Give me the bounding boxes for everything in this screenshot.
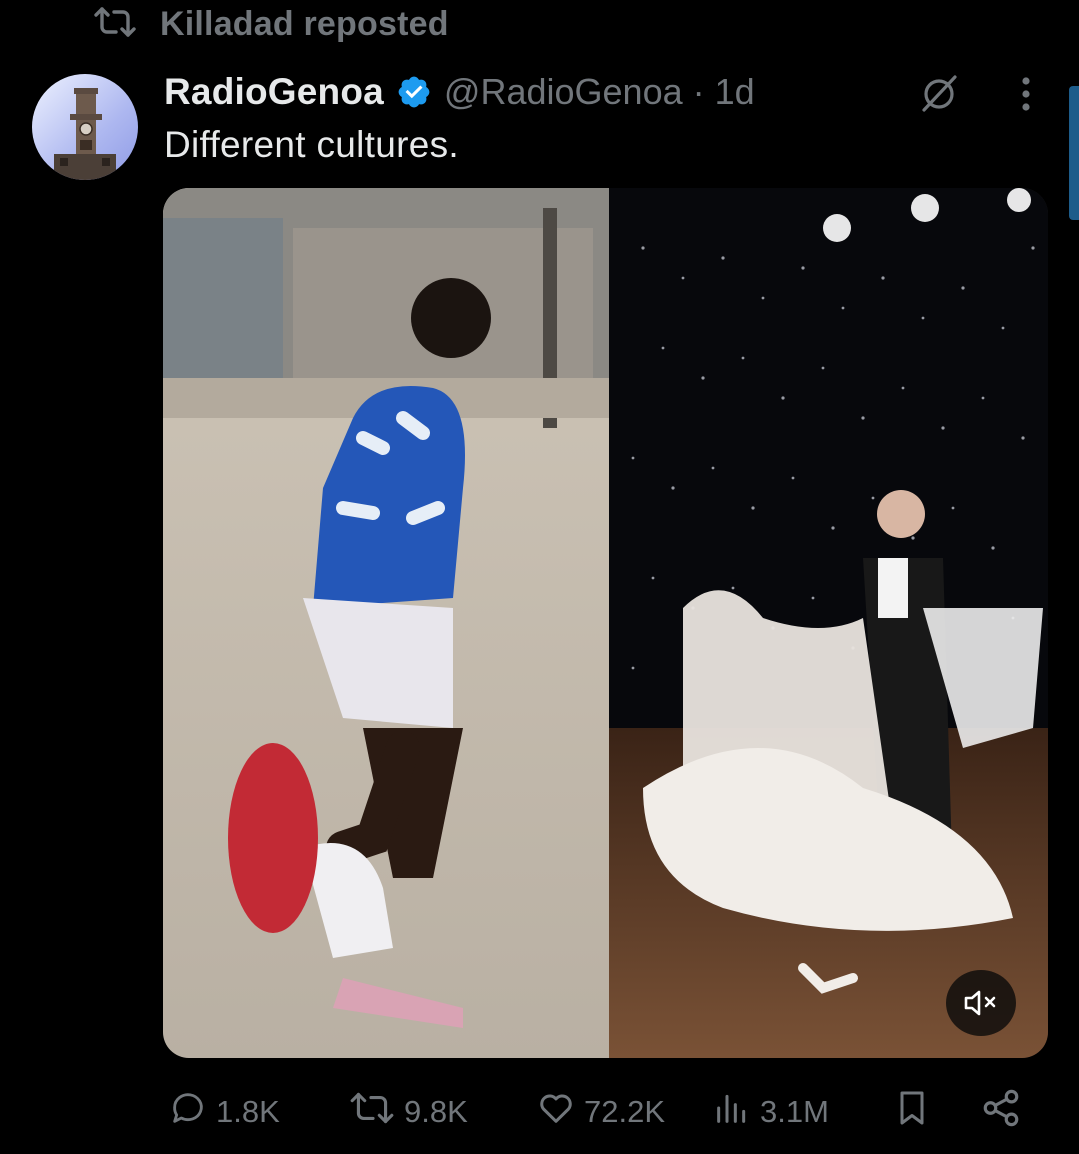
reply-count: 1.8K (216, 1094, 280, 1129)
views-count: 3.1M (760, 1094, 829, 1129)
repost-icon (92, 5, 138, 44)
bookmark-icon (892, 1088, 932, 1136)
grok-icon[interactable] (916, 70, 962, 116)
like-button[interactable]: 72.2K (536, 1082, 665, 1142)
tweet-actions-bar: 1.8K 9.8K 72.2K 3.1M (0, 1082, 1079, 1142)
repost-icon (348, 1088, 396, 1136)
views-button[interactable]: 3.1M (712, 1082, 829, 1142)
scroll-indicator (1069, 86, 1079, 220)
share-icon (980, 1087, 1022, 1137)
tweet-header: RadioGenoa @RadioGenoa · 1d (164, 68, 755, 116)
author-name[interactable]: RadioGenoa (164, 71, 384, 113)
reply-button[interactable]: 1.8K (168, 1082, 280, 1142)
avatar[interactable] (32, 74, 138, 180)
share-button[interactable] (980, 1082, 1022, 1142)
bookmark-button[interactable] (892, 1082, 932, 1142)
timestamp[interactable]: 1d (715, 71, 755, 113)
more-options-icon[interactable] (1004, 72, 1048, 116)
repost-indicator[interactable]: Killadad reposted (92, 2, 449, 46)
author-handle[interactable]: @RadioGenoa (444, 71, 683, 113)
analytics-icon (712, 1088, 752, 1136)
like-count: 72.2K (584, 1094, 666, 1129)
heart-icon (536, 1088, 576, 1136)
tweet-text: Different cultures. (164, 124, 459, 165)
repost-label: Killadad reposted (160, 4, 449, 43)
reply-icon (168, 1088, 208, 1136)
verified-badge-icon[interactable] (396, 74, 432, 110)
repost-count: 9.8K (404, 1094, 468, 1129)
volume-muted-icon[interactable] (946, 970, 1016, 1036)
separator-dot: · (692, 71, 705, 112)
repost-button[interactable]: 9.8K (348, 1082, 468, 1142)
tweet-video[interactable] (163, 188, 1048, 1058)
